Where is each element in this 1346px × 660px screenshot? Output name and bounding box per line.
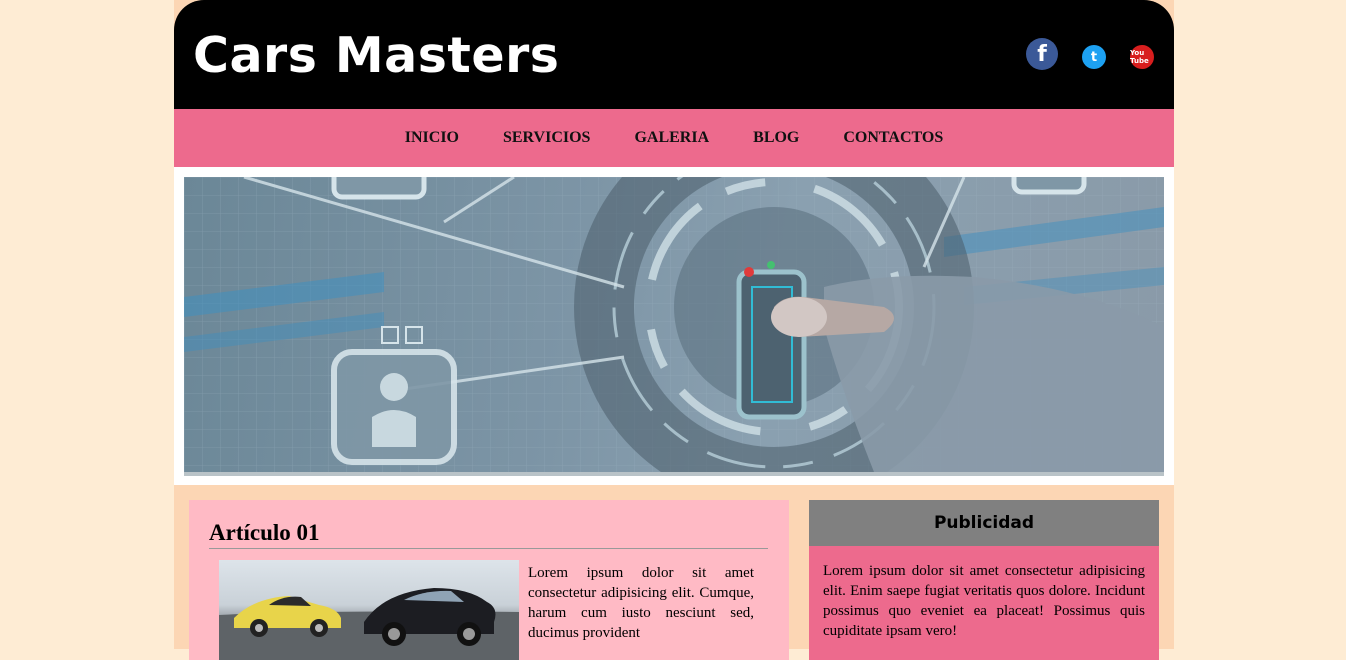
youtube-icon[interactable]: You Tube <box>1130 45 1154 69</box>
nav-item-galeria[interactable]: GALERIA <box>634 129 709 147</box>
ad-text: Lorem ipsum dolor sit amet consectetur a… <box>823 563 1145 639</box>
site-logo[interactable]: Cars Masters <box>193 26 559 86</box>
ad-title: Publicidad <box>809 500 1159 546</box>
main-nav: INICIO SERVICIOS GALERIA BLOG CONTACTOS <box>174 109 1174 167</box>
page-wrapper: Cars Masters f t You Tube INICIO SERVICI… <box>174 0 1174 660</box>
ad-sidebar: Publicidad Lorem ipsum dolor sit amet co… <box>809 500 1159 660</box>
twitter-icon[interactable]: t <box>1082 45 1106 69</box>
article-car-photo <box>219 560 519 660</box>
nav-item-blog[interactable]: BLOG <box>753 129 799 147</box>
social-links: f t You Tube <box>1026 38 1154 70</box>
hero-banner-image <box>184 177 1164 476</box>
article-title: Artículo 01 <box>209 518 768 549</box>
nav-item-inicio[interactable]: INICIO <box>405 129 459 147</box>
cars-image <box>219 588 519 660</box>
hero-banner-illustration <box>184 177 1164 472</box>
article-text: Lorem ipsum dolor sit amet consectetur a… <box>528 565 754 641</box>
banner-frame <box>174 167 1174 485</box>
site-header: Cars Masters f t You Tube <box>174 0 1174 109</box>
article-card: Artículo 01 Lorem ipsum dolor sit amet c… <box>189 500 789 660</box>
nav-item-servicios[interactable]: SERVICIOS <box>503 129 590 147</box>
nav-item-contactos[interactable]: CONTACTOS <box>843 129 943 147</box>
facebook-icon[interactable]: f <box>1026 38 1058 70</box>
ad-body: Lorem ipsum dolor sit amet consectetur a… <box>809 546 1159 660</box>
